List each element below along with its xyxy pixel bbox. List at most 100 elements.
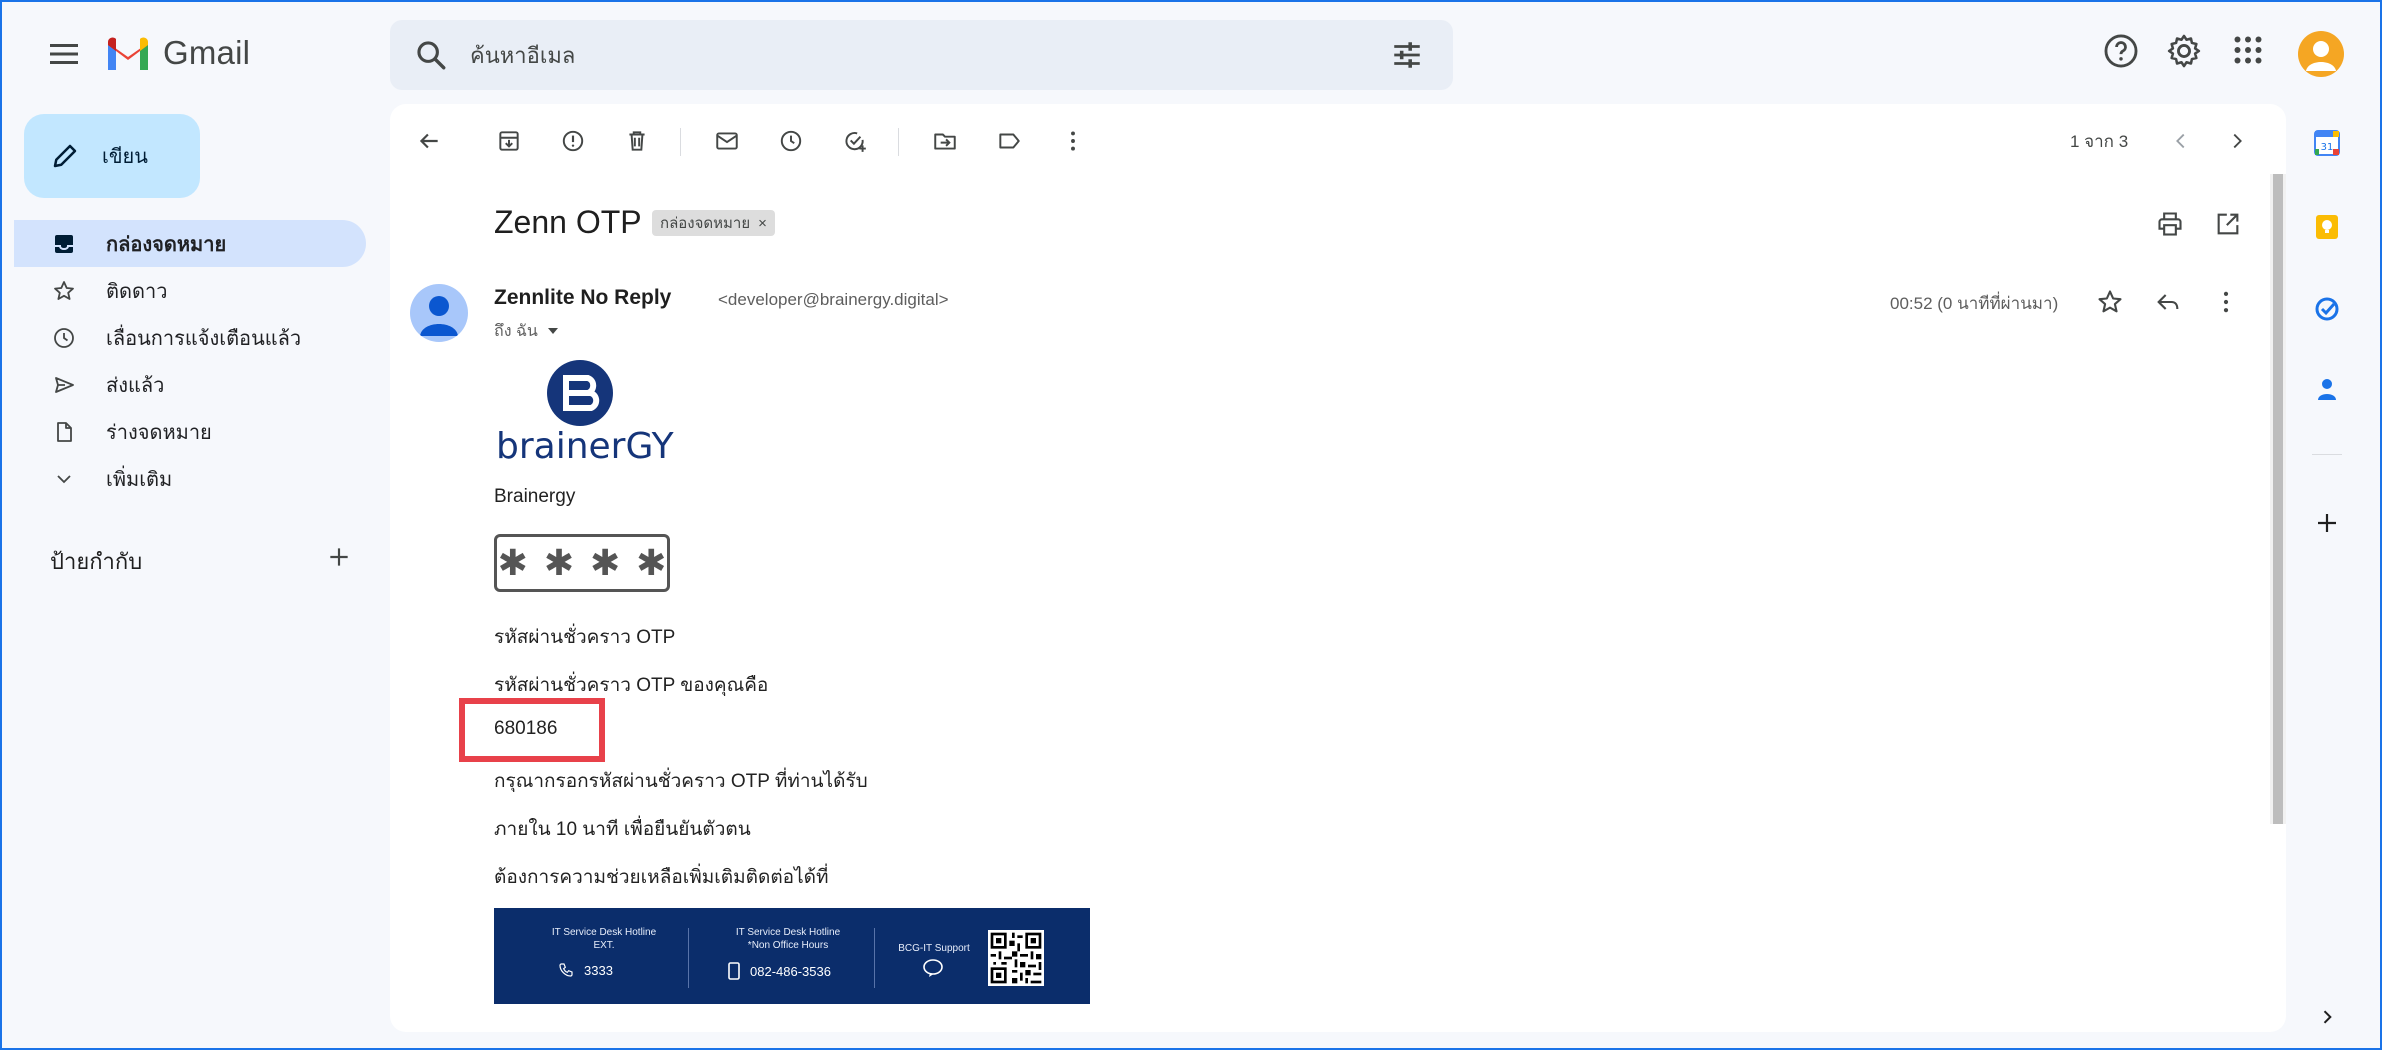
trash-icon <box>629 131 645 151</box>
contacts-app-button[interactable] <box>2312 374 2342 404</box>
otp-instruction: กรุณากรอกรหัสผ่านชั่วคราว OTP ที่ท่านได้… <box>494 771 868 792</box>
label-chip-text: กล่องจดหมาย <box>660 215 751 232</box>
print-icon[interactable] <box>2156 210 2184 238</box>
add-addon-button[interactable] <box>2312 508 2342 538</box>
banner-divider <box>874 928 875 988</box>
move-folder-icon <box>934 133 956 150</box>
sender-name: Zennlite No Reply <box>494 286 672 309</box>
keep-bulb-icon <box>2316 215 2338 239</box>
hotline-title-text: IT Service Desk Hotline <box>551 927 657 938</box>
sidebar-item-drafts[interactable]: ร่างจดหมาย <box>14 408 366 455</box>
hotline-sub-text: EXT. <box>593 940 615 951</box>
tasks-check-icon <box>2315 297 2339 321</box>
brand-name: Brainergy <box>494 486 576 507</box>
tasks-app-button[interactable] <box>2312 294 2342 324</box>
brainergy-wordmark: brainerGY <box>496 426 674 466</box>
phone-icon <box>559 963 573 977</box>
sidebar-item-snoozed[interactable]: เลื่อนการแจ้งเตือนแล้ว <box>14 314 366 361</box>
search-options-icon[interactable] <box>1390 38 1424 72</box>
settings-gear-icon[interactable] <box>2165 32 2203 70</box>
star-icon[interactable] <box>2096 288 2124 316</box>
sender-email: <developer@brainergy.digital> <box>718 290 949 309</box>
calendar-icon: 31 <box>2314 130 2340 156</box>
hotline-offhours: 082-486-3536 <box>728 962 831 980</box>
label-button[interactable] <box>994 126 1024 156</box>
clock-icon <box>52 326 76 350</box>
archive-icon <box>499 131 519 151</box>
show-side-panel-button[interactable] <box>2312 1002 2342 1032</box>
add-task-button[interactable] <box>840 126 870 156</box>
banner-divider <box>688 928 689 988</box>
otp-intro: รหัสผ่านชั่วคราว OTP ของคุณคือ <box>494 675 769 696</box>
mark-unread-button[interactable] <box>712 126 742 156</box>
search-bar[interactable] <box>390 20 1453 90</box>
toolbar-divider <box>680 128 681 156</box>
recipient-text: ถึง ฉัน <box>494 323 538 340</box>
support-title: BCG-IT Support <box>898 943 970 954</box>
sidebar-item-label: เพิ่มเติม <box>106 468 173 491</box>
plus-icon <box>2318 514 2336 532</box>
labels-heading: ป้ายกำกับ <box>50 549 143 574</box>
rail-divider <box>2312 454 2342 455</box>
chevron-right-icon <box>2233 133 2242 149</box>
more-options-button[interactable] <box>1058 126 1088 156</box>
remove-label-button[interactable]: × <box>758 215 767 232</box>
top-bar: Gmail <box>2 2 2380 102</box>
support-text: ต้องการความช่วยเหลือเพิ่มเติมติดต่อได้ที… <box>494 867 829 888</box>
search-icon[interactable] <box>414 38 448 72</box>
more-vert-icon[interactable] <box>2212 288 2240 316</box>
hotline-ext-number: 3333 <box>584 962 613 978</box>
report-spam-icon <box>562 130 584 152</box>
older-button[interactable] <box>2222 126 2252 156</box>
open-new-window-icon[interactable] <box>2214 210 2242 238</box>
send-icon <box>52 373 76 397</box>
account-avatar[interactable] <box>2298 31 2344 77</box>
brainergy-logo: brainerGY <box>496 360 674 466</box>
report-spam-button[interactable] <box>558 126 588 156</box>
hotline-ext: 3333 <box>558 962 613 978</box>
sidebar-item-label: ส่งแล้ว <box>106 374 165 397</box>
help-icon[interactable] <box>2102 32 2140 70</box>
reply-icon[interactable] <box>2154 288 2182 316</box>
scrollbar-thumb[interactable] <box>2273 174 2283 824</box>
otp-heading: รหัสผ่านชั่วคราว OTP <box>494 627 676 648</box>
otp-expiry: ภายใน 10 นาที เพื่อยืนยันตัวตน <box>494 819 751 840</box>
recipient-details-toggle[interactable]: ถึง ฉัน <box>494 319 560 344</box>
snooze-button[interactable] <box>776 126 806 156</box>
search-input[interactable] <box>470 40 1350 72</box>
mask-char: ✱ <box>543 542 574 583</box>
sidebar-item-sent[interactable]: ส่งแล้ว <box>14 361 366 408</box>
hotline-title: IT Service Desk Hotline EXT. <box>534 926 674 952</box>
sidebar-nav: กล่องจดหมาย ติดดาว เลื่อนการแจ้งเตือนแล้… <box>14 220 366 502</box>
user-silhouette-icon <box>420 296 458 336</box>
gmail-logo[interactable]: Gmail <box>105 34 250 72</box>
sidebar-item-inbox[interactable]: กล่องจดหมาย <box>14 220 366 267</box>
hotline-offhours-title-text: IT Service Desk Hotline <box>735 927 841 938</box>
newer-button[interactable] <box>2166 126 2196 156</box>
sidebar-item-label: ร่างจดหมาย <box>106 421 212 444</box>
compose-button[interactable]: เขียน <box>24 114 200 198</box>
sidebar-item-label: ติดดาว <box>106 280 168 303</box>
email-timestamp: 00:52 (0 นาทีที่ผ่านมา) <box>1890 294 2059 313</box>
mask-char: ✱ <box>497 542 528 583</box>
sidebar-item-starred[interactable]: ติดดาว <box>14 267 366 314</box>
mail-icon <box>716 132 738 150</box>
add-label-icon[interactable] <box>326 544 352 570</box>
sidebar-item-more[interactable]: เพิ่มเติม <box>14 455 366 502</box>
mask-char: ✱ <box>636 542 667 583</box>
draft-icon <box>52 420 76 444</box>
keep-app-button[interactable] <box>2312 212 2342 242</box>
archive-button[interactable] <box>494 126 524 156</box>
back-button[interactable] <box>414 126 444 156</box>
label-tag-icon <box>999 133 1020 149</box>
sender-avatar <box>410 284 468 342</box>
email-toolbar: 1 จาก 3 <box>390 104 2286 174</box>
line-chat-icon <box>923 959 943 977</box>
main-menu-button[interactable] <box>42 32 86 76</box>
move-to-button[interactable] <box>930 126 960 156</box>
delete-button[interactable] <box>622 126 652 156</box>
svg-text:31: 31 <box>2321 142 2334 153</box>
apps-grid-icon[interactable] <box>2230 32 2266 68</box>
calendar-app-button[interactable]: 31 <box>2312 128 2342 158</box>
chevron-left-icon <box>2176 133 2185 149</box>
